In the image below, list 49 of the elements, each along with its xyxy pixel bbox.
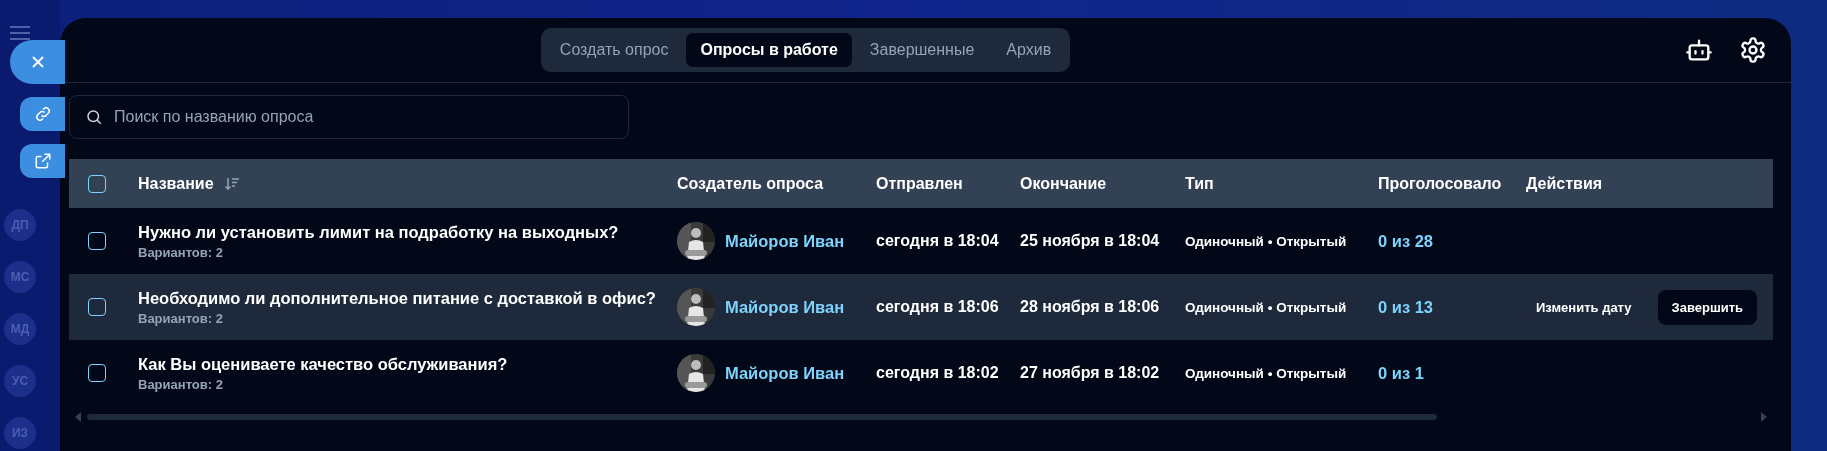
table-cell-text: сегодня в 18:02 bbox=[876, 364, 1000, 382]
external-link-button[interactable] bbox=[20, 144, 65, 178]
scrollbar-thumb[interactable] bbox=[87, 414, 1437, 420]
votes-link[interactable]: 0 из 28 bbox=[1378, 231, 1526, 251]
column-header: Проголосовало bbox=[1378, 174, 1503, 193]
column-header: Действия bbox=[1526, 174, 1604, 193]
checkbox[interactable] bbox=[88, 232, 106, 250]
table-cell-text: сегодня в 18:06 bbox=[876, 298, 1000, 316]
tab[interactable]: Завершенные bbox=[855, 33, 989, 67]
column-header: Тип bbox=[1185, 174, 1215, 193]
checkbox[interactable] bbox=[88, 364, 106, 382]
poll-title: Нужно ли установить лимит на подработку на выходных? bbox=[138, 222, 620, 242]
creator-link[interactable]: Майоров Иван bbox=[725, 363, 845, 383]
variants-count: Вариантов: 2 bbox=[138, 310, 224, 326]
tab[interactable]: Архив bbox=[992, 33, 1066, 67]
table-cell-text: Одиночный • Открытый bbox=[1185, 233, 1348, 249]
sort-icon[interactable] bbox=[223, 175, 240, 192]
column-header: Отправлен bbox=[876, 174, 964, 193]
table-row[interactable]: Нужно ли установить лимит на подработку на выходных? Вариантов: 2 Майоров Иван сегодня в 18:04 25 ноября в 18:04 Одиночный • Открытый 0 из 28 bbox=[69, 208, 1773, 274]
search-icon bbox=[85, 108, 103, 126]
menu-icon[interactable] bbox=[9, 25, 31, 41]
settings-icon[interactable] bbox=[1739, 36, 1767, 64]
creator-link[interactable]: Майоров Иван bbox=[725, 231, 845, 251]
close-button[interactable] bbox=[10, 40, 65, 84]
variants-count: Вариантов: 2 bbox=[138, 244, 224, 260]
variants-count: Вариантов: 2 bbox=[138, 376, 224, 392]
table-cell-text: сегодня в 18:04 bbox=[876, 232, 1000, 250]
column-header[interactable]: Название bbox=[138, 174, 214, 193]
poll-title: Необходимо ли дополнительное питание с доставкой в офис? bbox=[138, 288, 657, 308]
table-row[interactable]: Необходимо ли дополнительное питание с доставкой в офис? Вариантов: 2 Майоров Иван сегодня в 18:06 28 ноября в 18:06 Одиночный • Открытый 0 из 13 Изменить дату Завершить bbox=[69, 274, 1773, 340]
checkbox[interactable] bbox=[88, 174, 106, 193]
table-row[interactable]: Как Вы оцениваете качество обслуживания? Вариантов: 2 Майоров Иван сегодня в 18:02 27 ноября в 18:02 Одиночный • Открытый 0 из 1 bbox=[69, 340, 1773, 406]
table-cell-text: Одиночный • Открытый bbox=[1185, 299, 1348, 315]
column-header: Создатель опроса bbox=[677, 174, 825, 193]
link-button[interactable] bbox=[20, 97, 65, 131]
creator-link[interactable]: Майоров Иван bbox=[725, 297, 845, 317]
table-cell-text: 25 ноября в 18:04 bbox=[1020, 232, 1161, 250]
table-cell-text: Одиночный • Открытый bbox=[1185, 365, 1348, 381]
close-icon[interactable] bbox=[30, 55, 45, 69]
finish-button[interactable]: Завершить bbox=[1657, 289, 1758, 325]
checkbox[interactable] bbox=[88, 298, 106, 316]
table-cell-text: 28 ноября в 18:06 bbox=[1020, 298, 1161, 316]
search-field[interactable]: Поиск по названию опроса bbox=[69, 95, 629, 139]
tab[interactable]: Опросы в работе bbox=[686, 33, 852, 67]
votes-link[interactable]: 0 из 1 bbox=[1378, 363, 1526, 383]
column-header: Окончание bbox=[1020, 174, 1108, 193]
poll-title: Как Вы оцениваете качество обслуживания? bbox=[138, 354, 509, 374]
table-cell-text: 27 ноября в 18:02 bbox=[1020, 364, 1161, 382]
tab[interactable]: Создать опрос bbox=[545, 33, 683, 67]
